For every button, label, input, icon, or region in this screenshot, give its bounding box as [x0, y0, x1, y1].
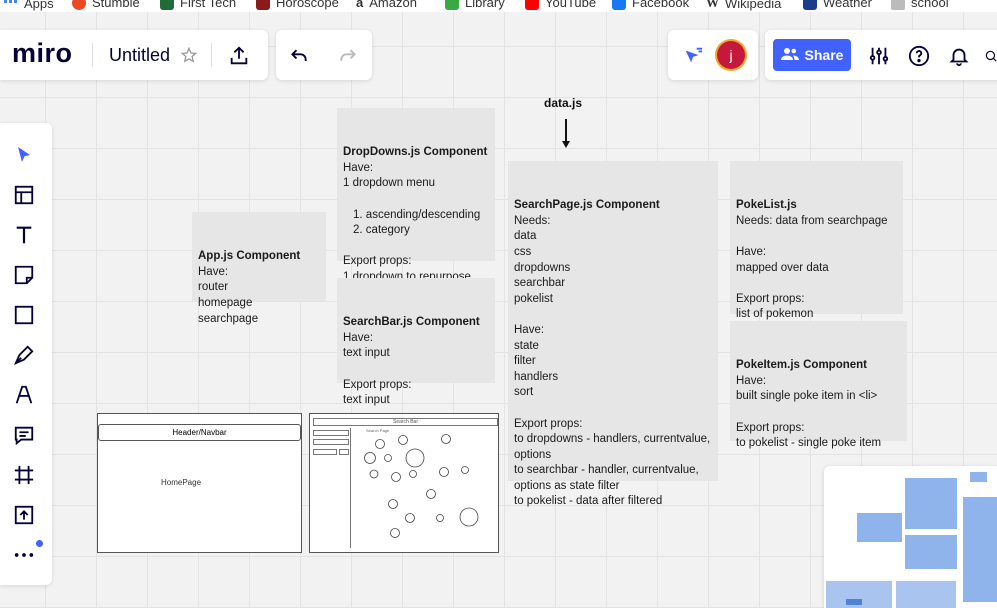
star-icon[interactable]: [180, 46, 198, 64]
upload-icon[interactable]: [226, 43, 252, 69]
sticky-note-pokelist[interactable]: PokeList.js Needs: data from searchpage H…: [730, 161, 903, 336]
wikipedia-icon: W: [706, 0, 719, 10]
weather-icon: [803, 0, 817, 10]
minimap-viewport: [970, 472, 987, 482]
upload-icon[interactable]: [12, 503, 36, 527]
text-icon[interactable]: [12, 223, 36, 247]
undo-icon[interactable]: [286, 43, 312, 69]
settings-sliders-icon[interactable]: [866, 43, 892, 69]
notification-dot: [36, 540, 43, 547]
bookmark-library[interactable]: Library: [445, 0, 505, 10]
homepage-wireframe[interactable]: Header/Navbar HomePage: [97, 413, 302, 553]
divider: [92, 43, 93, 67]
minimap-block: [963, 497, 997, 602]
comment-icon[interactable]: [12, 423, 36, 447]
pokemon-circles: [364, 434, 479, 538]
redo-icon[interactable]: [335, 43, 361, 69]
bookmark-stumble[interactable]: Stumble: [72, 0, 140, 10]
more-icon[interactable]: [12, 543, 36, 567]
bookmarks-bar: Apps Stumble First Tech Horoscope a Amazo…: [0, 0, 997, 12]
marker-icon[interactable]: [12, 383, 36, 407]
minimap-block: [896, 581, 956, 608]
bookmark-wikipedia[interactable]: W Wikipedia: [706, 0, 781, 11]
cursor-filter-icon[interactable]: [680, 43, 706, 69]
first-tech-icon: [160, 0, 174, 10]
board-title[interactable]: Untitled: [109, 45, 170, 66]
facebook-icon: [612, 0, 626, 10]
homepage-label: HomePage: [161, 478, 202, 487]
minimap-block: [905, 478, 957, 529]
folder-icon: [891, 0, 905, 10]
header-navbar-box: Header/Navbar: [98, 424, 301, 441]
dropdown-options-list: 1. ascending/descending 2. category: [353, 208, 481, 237]
sticky-note-searchpage[interactable]: SearchPage.js Component Needs: data css d…: [508, 161, 718, 507]
apps-grid-icon: [4, 0, 18, 12]
sticky-note-dropdowns[interactable]: DropDowns.js Component Have: 1 dropdown m…: [337, 108, 495, 298]
minimap-block: [846, 599, 862, 605]
templates-icon[interactable]: [12, 183, 36, 207]
help-icon[interactable]: [906, 43, 932, 69]
youtube-icon: [525, 0, 539, 10]
bookmark-facebook[interactable]: Facebook: [612, 0, 689, 10]
data-js-label[interactable]: data.js: [544, 96, 582, 110]
minimap-block: [905, 535, 957, 569]
shape-icon[interactable]: [12, 303, 36, 327]
pen-icon[interactable]: [12, 343, 36, 367]
sticky-note-pokeitem[interactable]: PokeItem.js Component Have: built single …: [730, 321, 907, 449]
sticky-note-app[interactable]: App.js Component Have: router homepage se…: [192, 212, 326, 325]
bookmark-youtube[interactable]: YouTube: [525, 0, 596, 10]
stumble-icon: [72, 0, 86, 10]
bookmark-apps[interactable]: Apps: [4, 0, 54, 12]
library-icon: [445, 0, 459, 10]
user-avatar[interactable]: j: [717, 41, 745, 69]
miro-logo[interactable]: miro: [12, 38, 73, 69]
searchpage-wireframe[interactable]: Search Bar Search Page: [309, 413, 499, 553]
divider: [211, 43, 212, 67]
users-icon: [780, 47, 799, 64]
select-icon[interactable]: [12, 143, 36, 167]
bookmark-weather[interactable]: Weather: [803, 0, 872, 10]
frame-icon[interactable]: [12, 463, 36, 487]
bell-icon[interactable]: [946, 43, 972, 69]
arrow-down-icon[interactable]: [560, 118, 572, 150]
share-button[interactable]: Share: [773, 39, 851, 71]
search-icon[interactable]: [984, 43, 997, 69]
bookmark-horoscope[interactable]: Horoscope: [256, 0, 339, 10]
horoscope-icon: [256, 0, 270, 10]
bookmark-first-tech[interactable]: First Tech: [160, 0, 236, 10]
minimap-block: [857, 513, 902, 542]
amazon-icon: a: [356, 0, 364, 10]
sticky-note-searchbar[interactable]: SearchBar.js Component Have: text input E…: [337, 278, 495, 406]
sticky-note-icon[interactable]: [12, 263, 36, 287]
bookmark-amazon[interactable]: a Amazon: [356, 0, 417, 10]
bookmark-school[interactable]: school: [891, 0, 949, 10]
board-minimap[interactable]: [824, 466, 997, 608]
